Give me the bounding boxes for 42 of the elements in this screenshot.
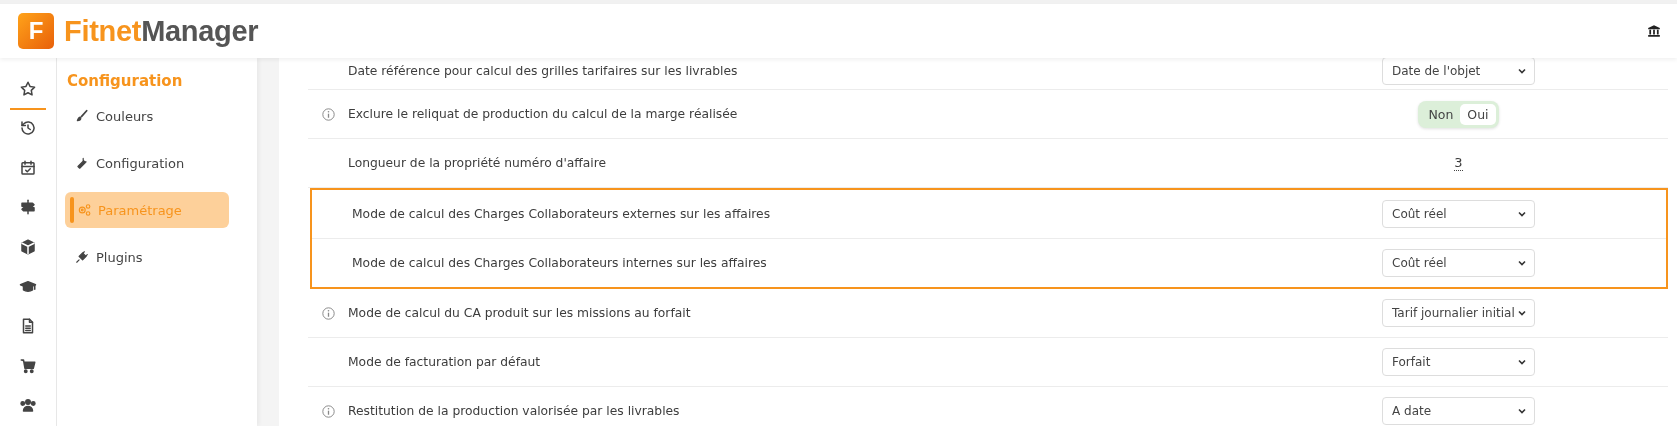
bank-icon[interactable]	[1647, 24, 1661, 38]
signpost-icon	[19, 198, 37, 217]
setting-label: Exclure le reliquat de production du calcul de la marge réalisée	[348, 107, 739, 121]
menu-item[interactable]: Configuration	[65, 145, 229, 181]
cube-icon	[19, 238, 37, 257]
setting-label: Longueur de la propriété numéro d'affaire	[348, 156, 608, 170]
setting-label: Mode de calcul du CA produit sur les missions au forfait	[348, 306, 692, 320]
caret-icon	[1518, 260, 1526, 266]
brush-icon	[75, 109, 89, 123]
star-icon	[19, 79, 37, 98]
caret-icon	[1518, 310, 1526, 316]
caret-icon	[1518, 211, 1526, 217]
dropdown[interactable]: Tarif journalier initial	[1382, 299, 1535, 327]
dropdown[interactable]: Date de l'objet	[1382, 56, 1535, 85]
logo: F	[18, 13, 54, 49]
dropdown[interactable]: Coût réel	[1382, 200, 1535, 228]
number-value[interactable]: 3	[1454, 155, 1463, 171]
setting-label: Restitution de la production valorisée par les livrables	[348, 404, 681, 418]
setting-label: Mode de calcul des Charges Collaborateurs internes sur les affaires	[352, 256, 768, 270]
brand-name: Manager	[141, 14, 259, 47]
menu-item[interactable]: Plugins	[65, 239, 229, 275]
brand-name: Fitnet	[64, 14, 142, 47]
toggle-option[interactable]: Non	[1421, 103, 1461, 125]
menu-item[interactable]: Couleurs	[65, 98, 229, 134]
dropdown[interactable]: Forfait	[1382, 348, 1535, 376]
caret-icon	[1518, 359, 1526, 365]
setting-label: Mode de calcul des Charges Collaborateurs externes sur les affaires	[352, 207, 772, 221]
setting-label: Mode de facturation par défaut	[348, 355, 542, 369]
gears-icon	[77, 203, 91, 217]
dropdown[interactable]: Coût réel	[1382, 249, 1535, 277]
caret-icon	[1518, 408, 1526, 414]
cart-icon	[19, 356, 37, 375]
calendar-check-icon	[19, 158, 37, 177]
history-icon	[19, 119, 37, 138]
wrench-icon	[75, 156, 89, 170]
section-title: Configuration	[66, 72, 184, 90]
plug-icon	[75, 250, 89, 264]
users-icon	[19, 396, 37, 415]
setting-label: Date référence pour calcul des grilles tarifaires sur les livrables	[348, 63, 739, 78]
dropdown[interactable]: A date	[1382, 397, 1535, 425]
caret-icon	[1518, 67, 1526, 74]
toggle-option[interactable]: Oui	[1460, 103, 1496, 125]
